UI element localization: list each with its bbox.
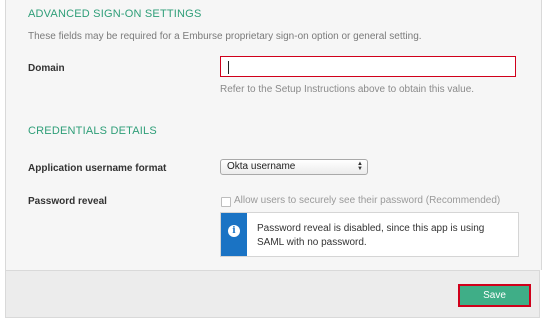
info-message: Password reveal is disabled, since this … [257,223,485,248]
info-icon: i [228,225,240,237]
info-stripe: i [221,213,247,256]
password-reveal-info-box: i Password reveal is disabled, since thi… [220,212,519,257]
username-format-select[interactable]: Okta username ▲ ▼ [220,159,368,175]
password-reveal-checkbox-label: Allow users to securely see their passwo… [234,195,501,206]
password-reveal-checkbox[interactable] [221,197,231,207]
save-button[interactable]: Save [458,284,531,307]
domain-label: Domain [28,63,65,74]
advanced-signon-description: These fields may be required for a Embur… [28,31,422,42]
password-reveal-label: Password reveal [28,196,107,207]
domain-input[interactable] [220,56,516,77]
username-format-label: Application username format [28,163,167,174]
text-cursor [228,61,229,74]
advanced-signon-title: ADVANCED SIGN-ON SETTINGS [28,8,202,20]
username-format-selected: Okta username [227,161,296,172]
credentials-title: CREDENTIALS DETAILS [28,125,157,137]
select-arrows-icon: ▲ ▼ [357,161,363,172]
domain-helper-text: Refer to the Setup Instructions above to… [220,84,475,95]
